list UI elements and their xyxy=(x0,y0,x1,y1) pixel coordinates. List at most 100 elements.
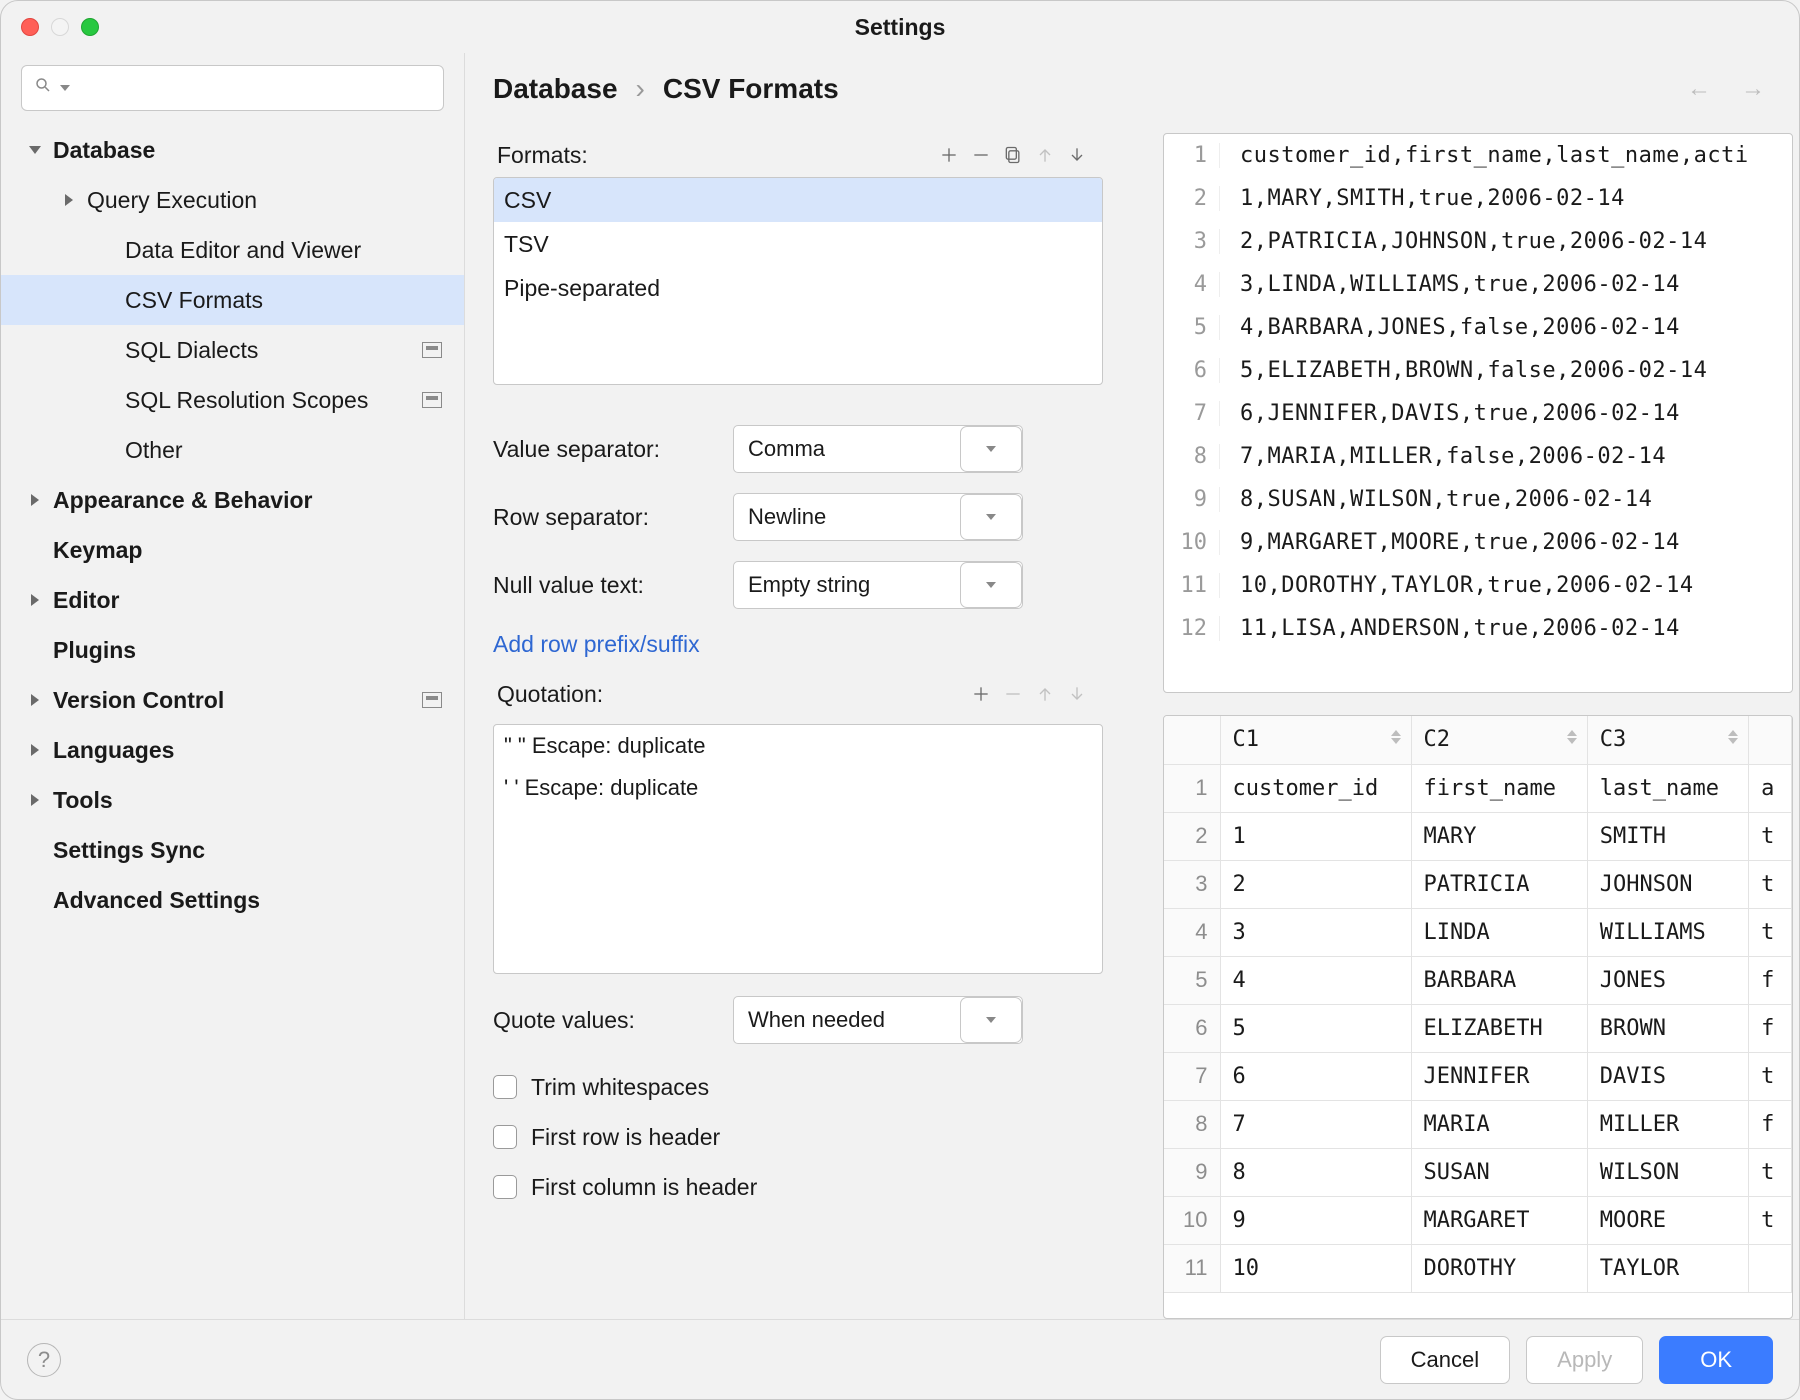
table-cell[interactable]: PATRICIA xyxy=(1411,860,1587,908)
search-history-dropdown-icon[interactable] xyxy=(60,85,70,91)
breadcrumb-root[interactable]: Database xyxy=(493,73,618,105)
table-cell[interactable]: JOHNSON xyxy=(1587,860,1748,908)
table-cell[interactable]: SUSAN xyxy=(1411,1148,1587,1196)
sidebar-item-appearance-behavior[interactable]: Appearance & Behavior xyxy=(1,475,464,525)
ok-button[interactable]: OK xyxy=(1659,1336,1773,1384)
column-header[interactable]: C1 xyxy=(1220,716,1411,764)
text-preview[interactable]: 1customer_id,first_name,last_name,acti21… xyxy=(1163,133,1793,693)
table-cell[interactable]: t xyxy=(1749,908,1792,956)
table-cell[interactable]: 7 xyxy=(1220,1100,1411,1148)
table-cell[interactable]: a xyxy=(1749,764,1792,812)
quotation-up-button[interactable] xyxy=(1029,678,1061,710)
table-cell[interactable]: 4 xyxy=(1220,956,1411,1004)
quote-values-select[interactable]: When needed xyxy=(733,996,1023,1044)
format-item-csv[interactable]: CSV xyxy=(494,178,1102,222)
table-cell[interactable] xyxy=(1749,1244,1792,1292)
table-cell[interactable]: JENNIFER xyxy=(1411,1052,1587,1100)
value-separator-select[interactable]: Comma xyxy=(733,425,1023,473)
sidebar-item-data-editor-and-viewer[interactable]: Data Editor and Viewer xyxy=(1,225,464,275)
table-cell[interactable]: BROWN xyxy=(1587,1004,1748,1052)
sidebar-item-settings-sync[interactable]: Settings Sync xyxy=(1,825,464,875)
table-cell[interactable]: 10 xyxy=(1220,1244,1411,1292)
forward-button[interactable]: → xyxy=(1735,75,1771,103)
search-input[interactable] xyxy=(21,65,444,111)
table-cell[interactable]: first_name xyxy=(1411,764,1587,812)
apply-button[interactable]: Apply xyxy=(1526,1336,1643,1384)
table-cell[interactable]: t xyxy=(1749,1196,1792,1244)
table-cell[interactable]: 6 xyxy=(1220,1052,1411,1100)
first-column-header-checkbox[interactable]: First column is header xyxy=(493,1162,1103,1212)
sidebar-item-sql-resolution-scopes[interactable]: SQL Resolution Scopes xyxy=(1,375,464,425)
table-cell[interactable]: BARBARA xyxy=(1411,956,1587,1004)
table-cell[interactable]: t xyxy=(1749,1052,1792,1100)
table-cell[interactable]: f xyxy=(1749,956,1792,1004)
table-cell[interactable]: customer_id xyxy=(1220,764,1411,812)
table-cell[interactable]: MARY xyxy=(1411,812,1587,860)
sidebar-item-database[interactable]: Database xyxy=(1,125,464,175)
table-cell[interactable]: 1 xyxy=(1220,812,1411,860)
table-cell[interactable]: 3 xyxy=(1220,908,1411,956)
table-cell[interactable]: ELIZABETH xyxy=(1411,1004,1587,1052)
column-header[interactable]: C2 xyxy=(1411,716,1587,764)
sidebar-item-tools[interactable]: Tools xyxy=(1,775,464,825)
quotation-row[interactable]: " " Escape: duplicate xyxy=(494,725,1102,767)
cancel-button[interactable]: Cancel xyxy=(1380,1336,1510,1384)
sidebar-item-sql-dialects[interactable]: SQL Dialects xyxy=(1,325,464,375)
remove-format-button[interactable] xyxy=(965,139,997,171)
null-value-select[interactable]: Empty string xyxy=(733,561,1023,609)
quotation-list[interactable]: " " Escape: duplicate' ' Escape: duplica… xyxy=(493,724,1103,974)
quotation-down-button[interactable] xyxy=(1061,678,1093,710)
table-cell[interactable]: MILLER xyxy=(1587,1100,1748,1148)
table-cell[interactable]: LINDA xyxy=(1411,908,1587,956)
table-cell[interactable]: 5 xyxy=(1220,1004,1411,1052)
table-cell[interactable]: 2 xyxy=(1220,860,1411,908)
format-item-tsv[interactable]: TSV xyxy=(494,222,1102,266)
sidebar-item-version-control[interactable]: Version Control xyxy=(1,675,464,725)
quote-values-label: Quote values: xyxy=(493,1007,733,1034)
row-separator-select[interactable]: Newline xyxy=(733,493,1023,541)
back-button[interactable]: ← xyxy=(1681,75,1717,103)
table-cell[interactable]: SMITH xyxy=(1587,812,1748,860)
sidebar-item-advanced-settings[interactable]: Advanced Settings xyxy=(1,875,464,925)
remove-quotation-button[interactable] xyxy=(997,678,1029,710)
trim-whitespaces-checkbox[interactable]: Trim whitespaces xyxy=(493,1062,1103,1112)
table-cell[interactable]: TAYLOR xyxy=(1587,1244,1748,1292)
table-cell[interactable]: t xyxy=(1749,860,1792,908)
table-cell[interactable]: WILSON xyxy=(1587,1148,1748,1196)
sidebar-item-other[interactable]: Other xyxy=(1,425,464,475)
sidebar-item-csv-formats[interactable]: CSV Formats xyxy=(1,275,464,325)
sidebar-item-plugins[interactable]: Plugins xyxy=(1,625,464,675)
table-cell[interactable]: MOORE xyxy=(1587,1196,1748,1244)
table-cell[interactable]: f xyxy=(1749,1100,1792,1148)
sidebar-item-editor[interactable]: Editor xyxy=(1,575,464,625)
column-header[interactable]: C3 xyxy=(1587,716,1748,764)
add-format-button[interactable] xyxy=(933,139,965,171)
table-cell[interactable]: 9 xyxy=(1220,1196,1411,1244)
sidebar-item-keymap[interactable]: Keymap xyxy=(1,525,464,575)
table-cell[interactable]: t xyxy=(1749,812,1792,860)
table-cell[interactable]: 8 xyxy=(1220,1148,1411,1196)
table-cell[interactable]: WILLIAMS xyxy=(1587,908,1748,956)
table-cell[interactable]: t xyxy=(1749,1148,1792,1196)
format-item-pipe-separated[interactable]: Pipe-separated xyxy=(494,266,1102,310)
table-cell[interactable]: DOROTHY xyxy=(1411,1244,1587,1292)
table-cell[interactable]: last_name xyxy=(1587,764,1748,812)
column-header[interactable] xyxy=(1749,716,1792,764)
table-cell[interactable]: MARIA xyxy=(1411,1100,1587,1148)
move-down-button[interactable] xyxy=(1061,139,1093,171)
table-cell[interactable]: MARGARET xyxy=(1411,1196,1587,1244)
sidebar-item-query-execution[interactable]: Query Execution xyxy=(1,175,464,225)
formats-list[interactable]: CSVTSVPipe-separated xyxy=(493,177,1103,385)
table-cell[interactable]: JONES xyxy=(1587,956,1748,1004)
first-row-header-checkbox[interactable]: First row is header xyxy=(493,1112,1103,1162)
copy-format-button[interactable] xyxy=(997,139,1029,171)
quotation-row[interactable]: ' ' Escape: duplicate xyxy=(494,767,1102,809)
table-cell[interactable]: DAVIS xyxy=(1587,1052,1748,1100)
move-up-button[interactable] xyxy=(1029,139,1061,171)
help-button[interactable]: ? xyxy=(27,1343,61,1377)
add-quotation-button[interactable] xyxy=(965,678,997,710)
sidebar-item-languages[interactable]: Languages xyxy=(1,725,464,775)
table-preview[interactable]: C1C2C3 1customer_idfirst_namelast_namea 2 1… xyxy=(1163,715,1793,1319)
add-row-prefix-link[interactable]: Add row prefix/suffix xyxy=(493,631,1103,658)
table-cell[interactable]: f xyxy=(1749,1004,1792,1052)
